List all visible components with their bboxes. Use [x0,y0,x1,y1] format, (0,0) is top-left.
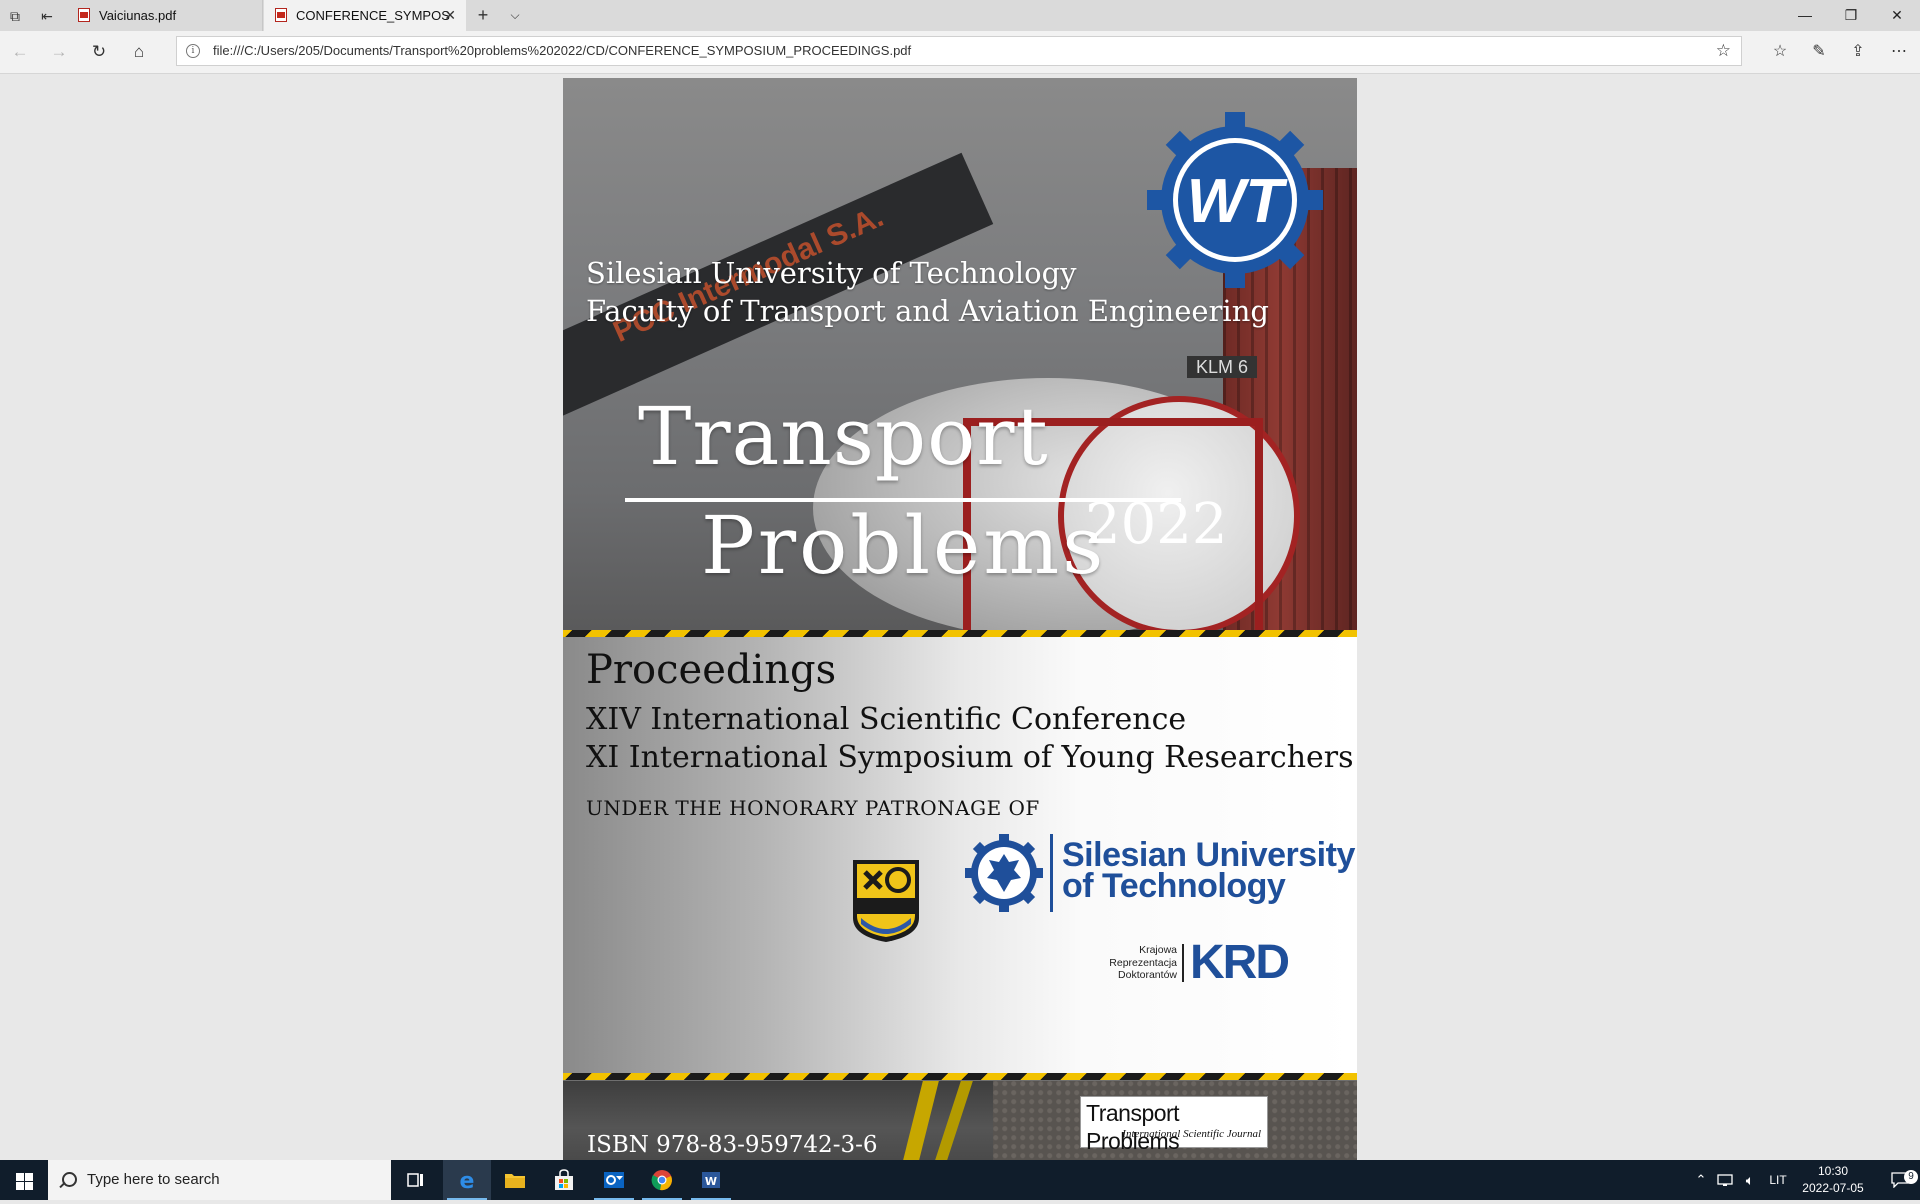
patronage-text: UNDER THE HONORARY PATRONAGE OF [586,796,1040,820]
store-button[interactable] [540,1160,588,1200]
proceedings-block: Proceedings XIV International Scientific… [586,643,1354,823]
pdf-icon [78,8,90,22]
hazard-stripe-top [563,630,1357,637]
krd-divider [1182,944,1184,982]
search-placeholder: Type here to search [87,1171,220,1188]
krd-caption-2: Reprezentacja [1109,956,1177,969]
windows-logo-part [25,1182,33,1190]
title-problems: Problems [701,499,1107,592]
clock-time: 10:30 [1817,1164,1849,1178]
tab-label: Vaiciunas.pdf [99,8,177,23]
outlook-icon [604,1172,624,1188]
tabs-aside-icon[interactable]: ⇤ [36,5,58,27]
new-tab-icon[interactable]: + [472,4,494,26]
taskbar: Type here to search e W ⌃ 🔈︎ LIT 10:30 2… [0,1160,1920,1200]
notes-pen-icon[interactable]: ✎ [1806,40,1832,64]
start-button[interactable] [0,1160,48,1200]
hazard-stripe-bottom [563,1073,1357,1080]
windows-logo-part [16,1182,24,1190]
url-text: file:///C:/Users/205/Documents/Transport… [213,43,912,58]
pdf-cover-page: PCC Intermodal S.A. KLM 6 WT Silesian Un… [563,78,1357,1160]
conference-title: XIV International Scientific Conference [586,702,1187,737]
clock[interactable]: 10:30 2022-07-05 [1788,1163,1878,1197]
windows-logo-part [25,1173,33,1181]
outlook-button[interactable] [590,1160,638,1200]
file-explorer-button[interactable] [491,1160,539,1200]
journal-logo: Transport Problems International Scienti… [1080,1096,1268,1154]
proceedings-heading: Proceedings [586,647,837,693]
sut-wordmark: Silesian University of Technology [1062,838,1355,905]
network-icon[interactable] [1714,1160,1736,1200]
svg-text:e: e [460,1169,475,1191]
favorite-star-icon[interactable]: ☆ [1716,39,1731,63]
volume-icon[interactable]: 🔈︎ [1738,1160,1762,1200]
photo-klm-label: KLM 6 [1187,356,1257,378]
clock-date: 2022-07-05 [1802,1181,1864,1195]
sut-divider [1050,834,1053,912]
set-aside-tabs-icon[interactable]: ⧉ [4,5,26,27]
store-bag-icon [555,1169,573,1190]
sut-line-2: of Technology [1062,867,1286,905]
title-year: 2022 [1085,492,1228,557]
taskbar-search[interactable]: Type here to search [48,1160,391,1200]
sut-emblem-icon [965,834,1043,912]
title-transport: Transport [638,390,1049,483]
restore-button[interactable]: ❐ [1828,0,1874,31]
task-view-icon [407,1173,423,1187]
wt-logo-text: WT [1187,167,1289,236]
forward-button[interactable]: → [46,40,72,64]
tab-label: CONFERENCE_SYMPOS [296,8,450,23]
network-glyph [1717,1174,1733,1186]
action-center-button[interactable]: 9 [1880,1160,1920,1200]
krd-logo: KRD [1190,936,1290,989]
address-bar-row: ← → ↻ ⌂ i file:///C:/Users/205/Documents… [0,31,1920,74]
symposium-title: XI International Symposium of Young Rese… [586,740,1354,775]
search-icon [62,1172,77,1187]
tab-bar: ⧉ ⇤ Vaiciunas.pdf CONFERENCE_SYMPOS ✕ + … [0,0,1920,31]
krd-caption: Krajowa Reprezentacja Doktorantów [1079,944,1177,982]
tab-conference[interactable]: CONFERENCE_SYMPOS ✕ [264,0,466,31]
edge-icon: e [460,1169,475,1191]
refresh-button[interactable]: ↻ [86,40,112,64]
home-button[interactable]: ⌂ [126,40,152,64]
more-menu-icon[interactable]: ⋯ [1886,40,1912,64]
gliwice-coat-of-arms-icon [853,860,919,942]
favorites-icon[interactable]: ☆ [1767,40,1793,64]
share-icon[interactable]: ⇪ [1845,40,1871,64]
notification-count-badge: 9 [1904,1170,1918,1184]
info-icon[interactable]: i [186,44,200,58]
close-window-button[interactable]: ✕ [1874,0,1920,31]
krd-caption-1: Krajowa [1139,944,1177,956]
minimize-button[interactable]: — [1782,0,1828,31]
task-view-button[interactable] [392,1160,440,1200]
windows-logo-icon [16,1173,24,1181]
close-tab-icon[interactable]: ✕ [444,0,456,31]
chrome-icon [651,1170,672,1191]
krd-caption-3: Doktorantów [1118,969,1177,981]
cover-header: Silesian University of Technology Facult… [586,254,1269,330]
back-button[interactable]: ← [7,40,33,64]
chrome-button[interactable] [638,1160,686,1200]
tab-preview-chevron-icon[interactable]: ⌵ [504,4,526,26]
word-button[interactable]: W [687,1160,735,1200]
faculty-name: Faculty of Transport and Aviation Engine… [586,294,1269,328]
pdf-icon [275,8,287,22]
tab-vaiciunas[interactable]: Vaiciunas.pdf [67,0,263,31]
isbn-text: ISBN 978-83-959742-3-6 [587,1132,878,1158]
folder-icon [505,1174,525,1188]
show-hidden-icons-chevron-icon[interactable]: ⌃ [1690,1160,1712,1200]
university-name: Silesian University of Technology [586,256,1077,290]
word-icon: W [702,1172,720,1188]
address-field[interactable]: i file:///C:/Users/205/Documents/Transpo… [176,36,1742,66]
svg-text:W: W [705,1175,717,1188]
edge-taskbar-button[interactable]: e [443,1160,491,1200]
journal-subtitle: International Scientific Journal [1122,1128,1261,1140]
